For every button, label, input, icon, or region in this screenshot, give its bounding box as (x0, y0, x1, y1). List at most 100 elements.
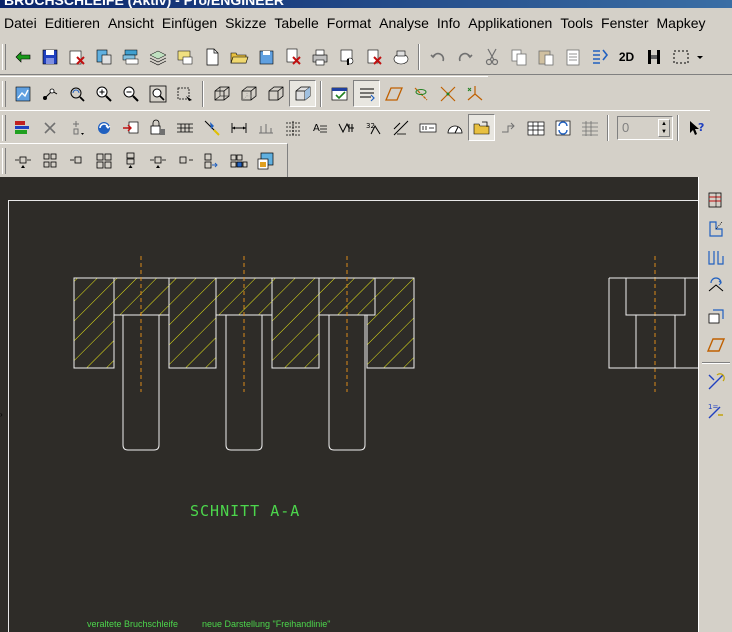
grid-icon[interactable] (576, 114, 603, 141)
toolbar-handle[interactable] (2, 147, 6, 174)
lock-icon[interactable] (144, 114, 171, 141)
weld-icon[interactable] (387, 114, 414, 141)
distribute-h-icon[interactable] (144, 147, 171, 174)
selection-box-icon[interactable] (667, 44, 694, 71)
wireframe-icon[interactable] (208, 80, 235, 107)
align-center-icon[interactable] (117, 147, 144, 174)
tolerance-icon[interactable]: 32 (360, 114, 387, 141)
symbol-icon[interactable] (441, 114, 468, 141)
orient-icon[interactable] (640, 44, 667, 71)
folder-open-icon[interactable] (468, 114, 495, 141)
sketch-tools-icon[interactable] (702, 186, 729, 213)
menu-tabelle[interactable]: Tabelle (272, 8, 324, 38)
shading-icon[interactable] (289, 80, 316, 107)
menu-analyse[interactable]: Analyse (377, 8, 435, 38)
align-top-icon[interactable] (63, 147, 90, 174)
menu-fenster[interactable]: Fenster (599, 8, 654, 38)
paste-special-icon[interactable] (559, 44, 586, 71)
edge-view-icon[interactable] (702, 215, 729, 242)
ratio-icon[interactable] (414, 114, 441, 141)
stepper-up-icon[interactable]: ▲ (659, 120, 669, 128)
orient-view-icon[interactable] (171, 80, 198, 107)
symbol-gallery-icon[interactable] (702, 368, 729, 395)
table-icon[interactable] (171, 114, 198, 141)
layer-filter-icon[interactable] (9, 114, 36, 141)
view-2d-icon[interactable]: 2D (613, 44, 640, 71)
hidden-line-icon[interactable] (235, 80, 262, 107)
ungroup-icon[interactable] (225, 147, 252, 174)
chevron-down-icon[interactable] (694, 44, 706, 71)
drawing-canvas[interactable]: SCHNITT A-A veraltete Bruchschleife neue… (0, 177, 698, 632)
stepper-down-icon[interactable]: ▼ (659, 128, 669, 136)
stepper-arrows[interactable]: ▲ ▼ (658, 118, 670, 137)
menu-einfuegen[interactable]: Einfügen (160, 8, 223, 38)
zoom-in-icon[interactable] (90, 80, 117, 107)
toolbar-handle[interactable] (2, 114, 6, 141)
align-left-icon[interactable] (9, 147, 36, 174)
insert-icon[interactable] (63, 114, 90, 141)
swap-icon[interactable] (549, 114, 576, 141)
pin-icon[interactable] (198, 114, 225, 141)
save-copy-icon[interactable] (252, 44, 279, 71)
print-setup-icon[interactable] (63, 44, 90, 71)
delete-icon[interactable] (36, 114, 63, 141)
parallelogram-icon[interactable] (702, 331, 729, 358)
print-all-icon[interactable] (333, 44, 360, 71)
no-hidden-icon[interactable] (262, 80, 289, 107)
menu-ansicht[interactable]: Ansicht (106, 8, 160, 38)
mail-icon[interactable] (387, 44, 414, 71)
refresh-icon[interactable] (90, 114, 117, 141)
flag-icon[interactable] (9, 44, 36, 71)
help-pointer-icon[interactable]: ? (683, 114, 710, 141)
layer-status-icon[interactable] (171, 44, 198, 71)
align-bottom-icon[interactable] (90, 147, 117, 174)
table-insert-icon[interactable] (522, 114, 549, 141)
open-icon[interactable] (225, 44, 252, 71)
refit-icon[interactable] (63, 80, 90, 107)
datum-axis-icon[interactable] (407, 80, 434, 107)
ordinate-icon[interactable] (252, 114, 279, 141)
distribute-v-icon[interactable] (171, 147, 198, 174)
decimal-places-value[interactable]: 0 (622, 120, 629, 135)
baseline-icon[interactable] (279, 114, 306, 141)
note-outdated-break[interactable]: veraltete Bruchschleife (87, 619, 178, 629)
zoom-window-icon[interactable] (144, 80, 171, 107)
menu-mapkey[interactable]: Mapkey (655, 8, 712, 38)
menu-applikationen[interactable]: Applikationen (466, 8, 558, 38)
redo-icon[interactable] (451, 44, 478, 71)
decimal-places-stepper[interactable]: 0 ▲ ▼ (617, 115, 673, 140)
draw-lines-icon[interactable] (353, 80, 380, 107)
menu-format[interactable]: Format (325, 8, 377, 38)
menu-skizze[interactable]: Skizze (223, 8, 272, 38)
print-export-icon[interactable] (360, 44, 387, 71)
group-icon[interactable] (198, 147, 225, 174)
layer-status-icon[interactable] (326, 80, 353, 107)
copy-icon[interactable] (505, 44, 532, 71)
menu-tools[interactable]: Tools (558, 8, 599, 38)
zoom-out-icon[interactable] (117, 80, 144, 107)
transform-icon[interactable] (702, 273, 729, 300)
menu-datei[interactable]: Datei (2, 8, 43, 38)
note-new-representation[interactable]: neue Darstellung "Freihandlinie" (202, 619, 330, 629)
merge-icon[interactable] (495, 114, 522, 141)
print-preview-icon[interactable] (306, 44, 333, 71)
datum-csys-icon[interactable] (461, 80, 488, 107)
section-view-drawing[interactable] (0, 177, 698, 632)
cut-icon[interactable] (478, 44, 505, 71)
menu-editieren[interactable]: Editieren (43, 8, 106, 38)
erase-icon[interactable] (90, 44, 117, 71)
projection-icon[interactable] (702, 244, 729, 271)
print-icon[interactable] (279, 44, 306, 71)
layer-cake-icon[interactable] (144, 44, 171, 71)
save-icon[interactable] (36, 44, 63, 71)
datum-plane-icon[interactable] (380, 80, 407, 107)
layers-icon[interactable] (117, 44, 144, 71)
move-icon[interactable] (117, 114, 144, 141)
spin-center-icon[interactable] (36, 80, 63, 107)
section-label[interactable]: SCHNITT A-A (190, 502, 300, 520)
menu-info[interactable]: Info (435, 8, 466, 38)
dimension-icon[interactable] (225, 114, 252, 141)
surface-finish-icon[interactable] (333, 114, 360, 141)
toolbar-handle[interactable] (2, 80, 6, 107)
align-right-icon[interactable] (36, 147, 63, 174)
